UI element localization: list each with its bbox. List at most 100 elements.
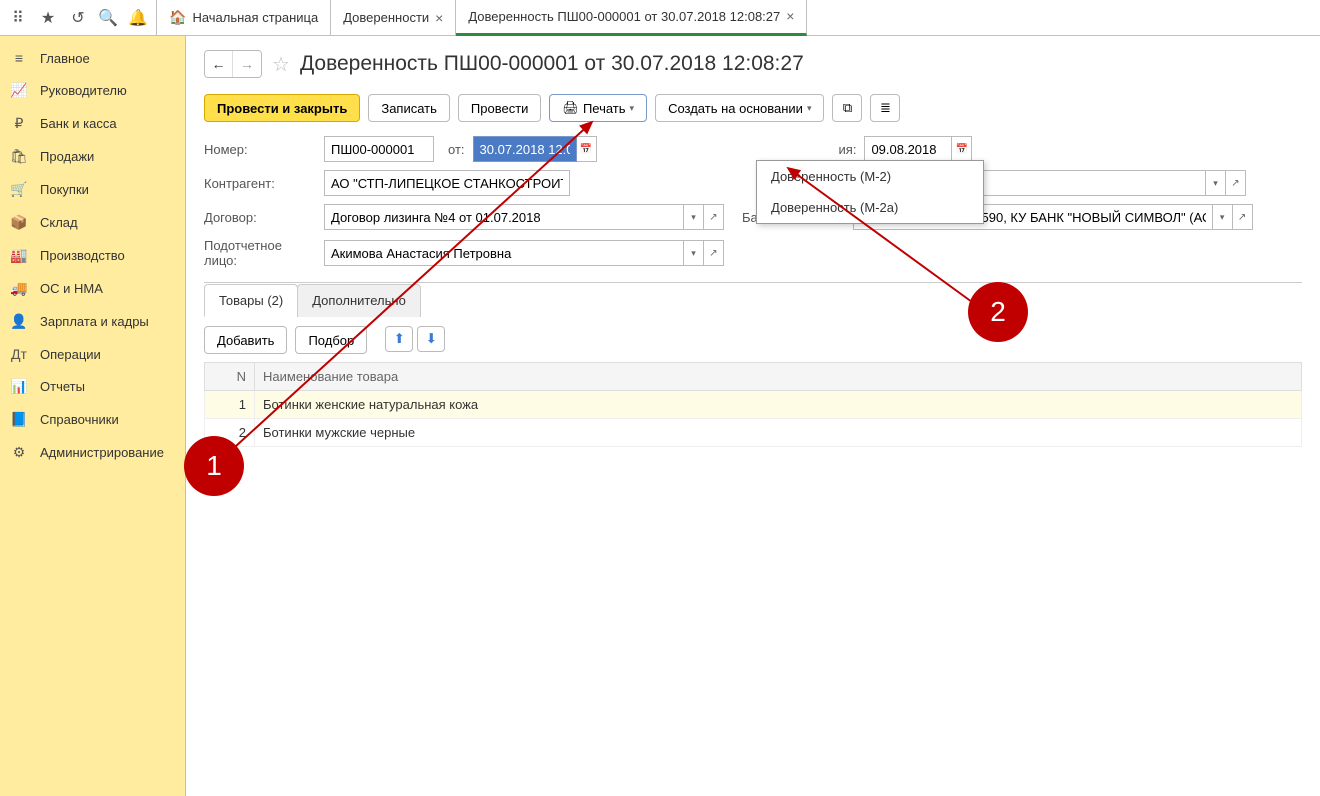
sidebar-item-main[interactable]: ≡Главное [0, 42, 185, 74]
apps-icon[interactable]: ⠿ [4, 4, 32, 32]
tab-doverennosti[interactable]: Доверенности × [331, 0, 456, 36]
menu-item-m2a[interactable]: Доверенность (М-2а) [757, 192, 983, 223]
table-row[interactable]: 2 Ботинки мужские черные [205, 419, 1302, 447]
number-input[interactable] [324, 136, 434, 162]
contractor-input-group [324, 170, 570, 196]
forward-button[interactable]: → [233, 51, 261, 77]
top-bar: ⠿ ★ ↺ 🔍 🔔 🏠 Начальная страница Доверенно… [0, 0, 1320, 36]
structure-button[interactable]: ⧉ [832, 94, 862, 122]
sidebar-item-admin[interactable]: ⚙ Администрирование [0, 436, 185, 469]
sidebar-item-ops[interactable]: ДтОперации [0, 338, 185, 370]
tab-goods[interactable]: Товары (2) [204, 284, 298, 317]
contract-input[interactable] [324, 204, 684, 230]
contractor-label: Контрагент: [204, 176, 316, 191]
goods-table: N Наименование товара 1 Ботинки женские … [204, 362, 1302, 447]
sidebar-item-reports[interactable]: 📊Отчеты [0, 370, 185, 403]
date-input[interactable] [473, 136, 577, 162]
calendar-icon[interactable]: 📅 [577, 136, 597, 162]
add-button[interactable]: Добавить [204, 326, 287, 354]
nav-buttons: ← → [204, 50, 262, 78]
sidebar-item-bank[interactable]: ₽ Банк и касса [0, 107, 185, 140]
save-button[interactable]: Записать [368, 94, 450, 122]
tabs-panel: Товары (2) Дополнительно Добавить Подбор… [204, 282, 1302, 457]
topbar-icon-group: ⠿ ★ ↺ 🔍 🔔 [0, 0, 157, 35]
sidebar-item-label: Производство [40, 248, 125, 263]
sidebar-item-label: Склад [40, 215, 78, 230]
gear-icon: ⚙ [10, 444, 28, 461]
ledger-icon: Дт [10, 346, 28, 362]
star-icon[interactable]: ★ [34, 4, 62, 32]
factory-icon: 🏭 [10, 247, 28, 264]
sidebar-item-label: Руководителю [40, 83, 127, 98]
post-button[interactable]: Провести [458, 94, 542, 122]
row-person: Подотчетное лицо: ▾ ↗ [204, 238, 1302, 268]
open-icon[interactable]: ↗ [704, 204, 724, 230]
main-area: ≡Главное 📈Руководителю ₽ Банк и касса 🛍Пр… [0, 36, 1320, 796]
tab-current-doc[interactable]: Доверенность ПШ00-000001 от 30.07.2018 1… [456, 0, 807, 36]
person-icon: 👤 [10, 313, 28, 330]
print-button[interactable]: 🖨 Печать ▾ [549, 94, 647, 122]
home-icon: 🏠 [169, 9, 186, 26]
favorite-star-icon[interactable]: ☆ [272, 52, 290, 77]
sidebar-item-sales[interactable]: 🛍Продажи [0, 140, 185, 173]
date-input-group: 📅 [473, 136, 597, 162]
calendar-icon[interactable]: 📅 [952, 136, 972, 162]
ruble-icon: ₽ [10, 115, 28, 132]
create-based-button[interactable]: Создать на основании ▾ [655, 94, 824, 122]
tab-label: Доверенности [343, 10, 429, 25]
validity-input[interactable] [864, 136, 952, 162]
bars-icon: 📊 [10, 378, 28, 395]
open-icon[interactable]: ↗ [1233, 204, 1253, 230]
dropdown-icon[interactable]: ▾ [1213, 204, 1233, 230]
row-contractor: Контрагент: ▾ ↗ [204, 170, 1302, 196]
sidebar-item-label: Продажи [40, 149, 94, 164]
sidebar-item-manager[interactable]: 📈Руководителю [0, 74, 185, 107]
close-icon[interactable]: × [435, 10, 443, 26]
truck-icon: 🚚 [10, 280, 28, 297]
search-icon[interactable]: 🔍 [94, 4, 122, 32]
pick-button[interactable]: Подбор [295, 326, 367, 354]
dropdown-icon[interactable]: ▾ [1206, 170, 1226, 196]
printer-icon: 🖨 [562, 100, 579, 116]
sidebar-item-production[interactable]: 🏭 Производство [0, 239, 185, 272]
sidebar-item-stock[interactable]: 📦 Склад [0, 206, 185, 239]
row-number: Номер: от: 📅 ия: 📅 [204, 136, 1302, 162]
list-button[interactable]: ≣ [870, 94, 900, 122]
contract-label: Договор: [204, 210, 316, 225]
history-icon[interactable]: ↺ [64, 4, 92, 32]
sidebar-item-label: Банк и касса [40, 116, 117, 131]
sidebar-item-hr[interactable]: 👤Зарплата и кадры [0, 305, 185, 338]
move-down-button[interactable]: ⬇ [417, 326, 445, 352]
box-icon: 📦 [10, 214, 28, 231]
sidebar-item-label: Администрирование [40, 445, 164, 460]
contractor-input[interactable] [324, 170, 570, 196]
table-row[interactable]: 1 Ботинки женские натуральная кожа [205, 391, 1302, 419]
dropdown-icon[interactable]: ▾ [684, 240, 704, 266]
tab-extra[interactable]: Дополнительно [297, 284, 421, 317]
menu-item-m2[interactable]: Доверенность (М-2) [757, 161, 983, 192]
bell-icon[interactable]: 🔔 [124, 4, 152, 32]
open-icon[interactable]: ↗ [1226, 170, 1246, 196]
tab-home[interactable]: 🏠 Начальная страница [157, 0, 331, 36]
tab-strip: 🏠 Начальная страница Доверенности × Дове… [157, 0, 807, 35]
sidebar-item-label: Покупки [40, 182, 89, 197]
move-up-button[interactable]: ⬆ [385, 326, 413, 352]
col-n: N [205, 363, 255, 391]
sidebar-item-purchases[interactable]: 🛒Покупки [0, 173, 185, 206]
contract-input-group: ▾ ↗ [324, 204, 724, 230]
sidebar-item-catalogs[interactable]: 📘Справочники [0, 403, 185, 436]
sidebar-item-label: ОС и НМА [40, 281, 103, 296]
back-button[interactable]: ← [205, 51, 233, 77]
dropdown-icon[interactable]: ▾ [684, 204, 704, 230]
close-icon[interactable]: × [786, 8, 794, 24]
sidebar-item-assets[interactable]: 🚚 ОС и НМА [0, 272, 185, 305]
person-input[interactable] [324, 240, 684, 266]
cell-n: 1 [205, 391, 255, 419]
chevron-down-icon: ▾ [807, 103, 812, 114]
post-and-close-button[interactable]: Провести и закрыть [204, 94, 360, 122]
from-label: от: [448, 142, 465, 157]
open-icon[interactable]: ↗ [704, 240, 724, 266]
arrow-down-icon: ⬇ [426, 331, 437, 347]
cell-name: Ботинки женские натуральная кожа [255, 391, 1302, 419]
sidebar: ≡Главное 📈Руководителю ₽ Банк и касса 🛍Пр… [0, 36, 186, 796]
